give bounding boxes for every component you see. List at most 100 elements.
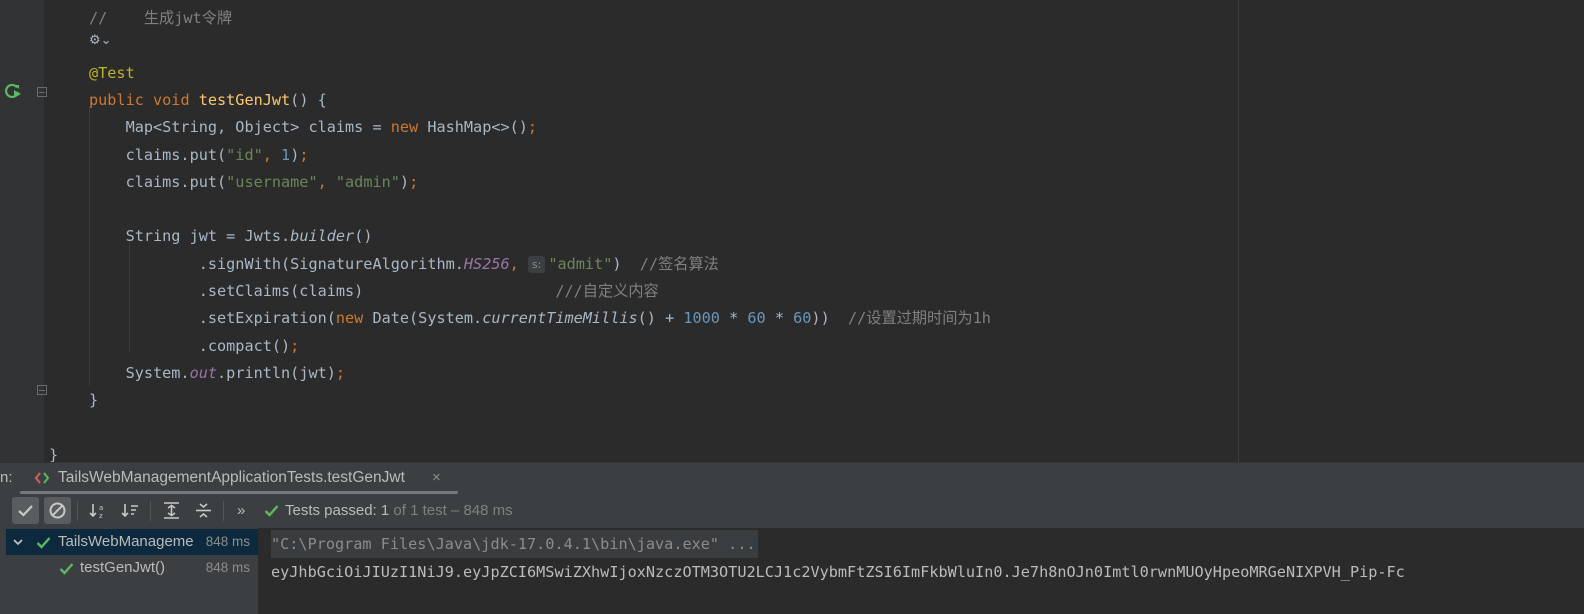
run-test-icon[interactable] xyxy=(4,82,22,100)
tree-item-test-class[interactable]: TailsWebManageme 848 ms xyxy=(6,529,258,555)
passed-check-icon xyxy=(36,537,51,549)
code-line: .setExpiration(new Date(System.currentTi… xyxy=(89,305,991,332)
code-token: new xyxy=(335,309,373,328)
tree-item-duration: 848 ms xyxy=(205,560,250,575)
code-token: ; xyxy=(335,363,346,382)
tests-total: of 1 test – 848 ms xyxy=(389,502,513,519)
collapse-all-icon xyxy=(196,503,211,518)
code-token: // 生成jwt令牌 xyxy=(89,9,233,27)
show-ignored-button[interactable] xyxy=(44,497,71,524)
sort-alphabetically-button[interactable]: az xyxy=(85,497,112,524)
code-token: out xyxy=(189,363,218,382)
tree-item-duration: 848 ms xyxy=(205,534,250,549)
code-token: HashMap<>() xyxy=(427,118,528,137)
expand-all-icon xyxy=(164,502,179,519)
code-token: claims.put( xyxy=(89,172,227,191)
code-token: ; xyxy=(290,336,300,355)
code-line: .compact(); xyxy=(89,333,300,360)
code-line: } xyxy=(89,387,98,414)
tree-item-label: TailsWebManageme xyxy=(58,533,194,550)
code-token: claims.put( xyxy=(89,145,227,164)
code-line: claims.put("id", 1); xyxy=(89,142,309,169)
code-token: ) xyxy=(290,145,300,164)
ignored-icon xyxy=(49,502,66,519)
collapse-all-button[interactable] xyxy=(190,497,217,524)
test-runner-toolbar: az » Tests passed: 1 of 1 test – 848 ms xyxy=(0,494,1584,528)
code-token: testGenJwt xyxy=(198,90,291,109)
code-token: String jwt = Jwts. xyxy=(89,227,291,246)
code-token: 60 xyxy=(793,309,812,328)
code-token: } xyxy=(49,445,59,462)
code-token: "id" xyxy=(226,145,263,164)
code-token: ) xyxy=(612,254,640,273)
code-token: //设置过期时间为1h xyxy=(848,309,991,328)
code-token: "username" xyxy=(226,172,318,191)
code-token: System. xyxy=(89,363,190,382)
code-token: .compact() xyxy=(89,336,291,355)
code-token: } xyxy=(89,391,99,410)
code-token: .println(jwt) xyxy=(217,363,336,382)
code-token: public xyxy=(89,90,154,109)
code-token: , xyxy=(262,145,282,164)
code-editor[interactable]: ⚙⌄ // 生成jwt令牌 @Test public void testGenJwt… xyxy=(0,0,1584,462)
code-token: Map<String, Object> claims = xyxy=(89,118,391,137)
fold-marker[interactable] xyxy=(37,87,47,97)
code-token: ) xyxy=(399,172,410,191)
code-token: "admit" xyxy=(548,254,613,273)
code-token: , xyxy=(509,254,528,273)
passed-check-icon xyxy=(59,563,74,575)
sort-by-duration-button[interactable] xyxy=(117,497,144,524)
ai-assistant-chevron-icon[interactable]: ⚙⌄ xyxy=(89,32,112,50)
tests-passed-label: Tests passed: xyxy=(285,502,381,519)
tests-passed-count: 1 xyxy=(380,502,390,519)
sort-alpha-icon: az xyxy=(89,504,103,520)
code-token: //签名算法 xyxy=(639,254,719,273)
run-panel-prefix: n: xyxy=(0,469,13,486)
svg-text:z: z xyxy=(99,512,103,520)
close-icon[interactable]: × xyxy=(432,463,441,493)
code-token: ; xyxy=(299,145,309,164)
sort-duration-icon xyxy=(121,504,138,518)
code-line: claims.put("username", "admin"); xyxy=(89,169,419,196)
code-token: , xyxy=(317,172,336,191)
code-line: // 生成jwt令牌 xyxy=(89,5,232,32)
code-token: ///自定义内容 xyxy=(555,282,659,300)
run-tab-label: TailsWebManagementApplicationTests.testG… xyxy=(58,469,405,486)
code-token: )) xyxy=(811,309,848,328)
code-token: .setExpiration( xyxy=(89,309,336,328)
expand-all-button[interactable] xyxy=(158,497,185,524)
toolbar-separator xyxy=(150,501,151,521)
code-token: builder xyxy=(290,227,355,246)
code-token: * xyxy=(765,309,794,328)
toolbar-separator xyxy=(77,501,78,521)
code-line: .signWith(SignatureAlgorithm.HS256, s: "a… xyxy=(89,251,719,278)
code-token: .signWith(SignatureAlgorithm. xyxy=(89,254,464,273)
code-line: Map<String, Object> claims = new HashMap… xyxy=(89,114,538,141)
tree-item-test-method[interactable]: testGenJwt() 848 ms xyxy=(6,555,258,581)
code-line: public void testGenJwt() { xyxy=(89,87,327,114)
code-token: () + xyxy=(637,309,684,328)
fold-marker[interactable] xyxy=(37,385,47,395)
code-token: @Test xyxy=(89,63,135,82)
code-line: String jwt = Jwts.builder() xyxy=(89,223,373,250)
run-tab[interactable]: TailsWebManagementApplicationTests.testG… xyxy=(20,463,458,494)
test-config-icon xyxy=(35,472,49,484)
code-token: new xyxy=(390,118,428,137)
chevron-down-icon[interactable] xyxy=(12,536,24,548)
code-token: .setClaims(claims) xyxy=(89,282,556,300)
passed-check-icon xyxy=(264,505,279,517)
console-output[interactable]: "C:\Program Files\Java\jdk-17.0.4.1\bin\… xyxy=(258,528,1584,614)
code-line: } xyxy=(49,442,58,462)
code-token: () xyxy=(354,227,373,246)
code-line: @Test xyxy=(89,60,135,87)
code-token: * xyxy=(719,309,748,328)
show-passed-button[interactable] xyxy=(12,497,39,524)
code-token: ; xyxy=(527,118,538,137)
code-line: .setClaims(claims) ///自定义内容 xyxy=(89,278,659,305)
tree-item-label: testGenJwt() xyxy=(80,559,166,576)
check-icon xyxy=(18,505,33,517)
more-actions-icon[interactable]: » xyxy=(237,494,245,528)
code-line: System.out.println(jwt); xyxy=(89,360,346,387)
code-token: HS256 xyxy=(463,254,510,273)
code-token: 1000 xyxy=(683,309,720,328)
